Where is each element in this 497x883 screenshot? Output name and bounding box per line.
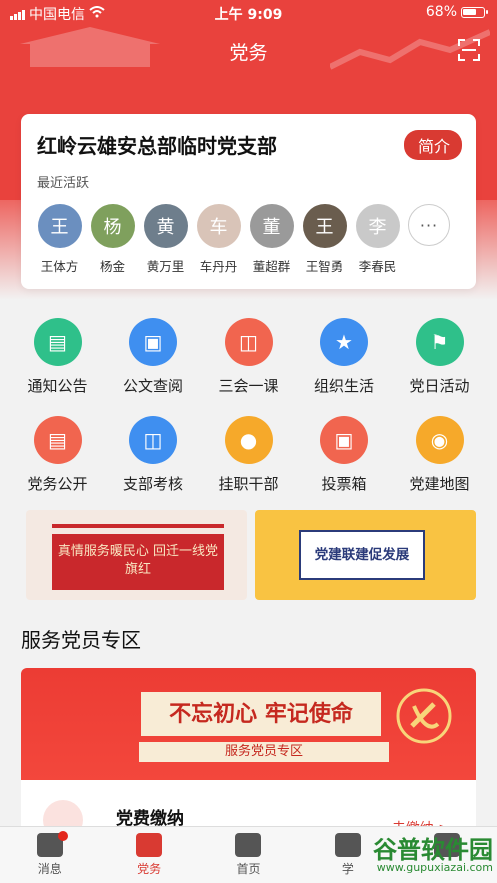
member-item[interactable]: 董董超群 xyxy=(245,204,298,275)
feature-tile[interactable]: ◫ 三会一课 xyxy=(201,318,296,396)
unread-badge xyxy=(58,831,68,841)
battery-percent: 68% xyxy=(425,4,457,20)
party-emblem-icon xyxy=(396,688,452,744)
feature-tile[interactable]: ▤ 党务公开 xyxy=(10,416,105,494)
branch-title: 红岭云雄安总部临时党支部 xyxy=(37,134,277,158)
party-building-banner-text: 党建联建促发展 xyxy=(299,530,425,580)
watermark-text: 谷普软件园 xyxy=(373,836,493,864)
briefcase-icon: ▣ xyxy=(129,318,177,366)
feature-label: 投票箱 xyxy=(321,475,367,493)
avatar: 王 xyxy=(302,204,347,248)
feature-label: 公文查阅 xyxy=(122,377,183,395)
more-members-button[interactable]: ··· xyxy=(408,204,450,246)
member-item[interactable]: 杨杨金 xyxy=(86,204,139,275)
member-name: 黄万里 xyxy=(146,259,185,274)
avatar: 王 xyxy=(37,204,82,248)
battery-icon xyxy=(461,6,488,18)
feature-label: 党务公开 xyxy=(27,475,88,493)
tab-item[interactable]: 党务 xyxy=(99,827,198,883)
flag-icon: ⚑ xyxy=(415,318,464,366)
slogan-text: 不忘初心 牢记使命 xyxy=(141,692,381,736)
feature-label: 三会一课 xyxy=(218,377,279,395)
tab-label: 党务 xyxy=(137,862,162,876)
ballot-icon: ▣ xyxy=(320,416,368,464)
feature-grid: ▤ 通知公告 ▣ 公文查阅 ◫ 三会一课 ★ 组织生活 ⚑ 党日活动 ▤ 党务公开 ◫ 支部考核 ● 挂职干部… xyxy=(10,318,487,514)
member-item[interactable]: 王王智勇 xyxy=(298,204,351,275)
tab-label: 消息 xyxy=(37,862,62,876)
map-pin-icon: ◉ xyxy=(415,416,464,464)
recent-active-label: 最近活跃 xyxy=(37,176,90,191)
feature-tile[interactable]: ● 挂职干部 xyxy=(201,416,296,494)
notice-icon: ▤ xyxy=(33,318,82,366)
feature-label: 党建地图 xyxy=(409,475,470,493)
presentation-icon: ◫ xyxy=(224,318,273,366)
study-icon xyxy=(334,833,361,857)
member-item[interactable]: 王王体方 xyxy=(33,204,86,275)
feature-label: 挂职干部 xyxy=(218,475,279,493)
home-icon xyxy=(235,833,262,857)
party-building-banner[interactable]: 党建联建促发展 xyxy=(255,510,476,600)
service-banner[interactable]: 真情服务暖民心 回迁一线党旗红 xyxy=(26,510,247,600)
feature-row: ▤ 通知公告 ▣ 公文查阅 ◫ 三会一课 ★ 组织生活 ⚑ 党日活动 xyxy=(10,318,487,396)
feature-tile[interactable]: ⚑ 党日活动 xyxy=(392,318,487,396)
member-name: 杨金 xyxy=(99,259,125,274)
member-name: 王智勇 xyxy=(305,259,344,274)
feature-tile[interactable]: ▣ 投票箱 xyxy=(297,416,392,494)
tab-label: 学 xyxy=(341,862,354,876)
scan-icon[interactable] xyxy=(457,38,481,62)
feature-row: ▤ 党务公开 ◫ 支部考核 ● 挂职干部 ▣ 投票箱 ◉ 党建地图 xyxy=(10,416,487,494)
tab-item[interactable]: 消息 xyxy=(0,827,99,883)
watermark-url: www.gupuxiazai.com xyxy=(376,861,493,874)
intro-button[interactable]: 简介 xyxy=(403,130,462,160)
person-icon: ● xyxy=(224,416,273,464)
star-icon: ★ xyxy=(320,318,368,366)
member-item[interactable]: 车车丹丹 xyxy=(192,204,245,275)
feature-label: 通知公告 xyxy=(27,377,88,395)
member-name: 王体方 xyxy=(40,259,79,274)
feature-label: 支部考核 xyxy=(122,475,183,493)
tab-item[interactable]: 首页 xyxy=(199,827,298,883)
avatar: 李 xyxy=(355,204,400,248)
section-title: 服务党员专区 xyxy=(21,628,141,652)
tab-label: 首页 xyxy=(236,862,261,876)
member-name: 董超群 xyxy=(252,259,291,274)
status-time: 上午 9:09 xyxy=(214,7,283,23)
service-zone-banner[interactable]: 不忘初心 牢记使命 服务党员专区 xyxy=(21,668,476,780)
assessment-icon: ◫ xyxy=(129,416,177,464)
member-name: 车丹丹 xyxy=(199,259,238,274)
branch-card[interactable]: 红岭云雄安总部临时党支部 简介 最近活跃 王王体方杨杨金黄黄万里车车丹丹董董超群… xyxy=(21,114,476,289)
feature-label: 党日活动 xyxy=(409,377,470,395)
feature-tile[interactable]: ◉ 党建地图 xyxy=(392,416,487,494)
avatar: 董 xyxy=(249,204,294,248)
member-item[interactable]: 黄黄万里 xyxy=(139,204,192,275)
feature-tile[interactable]: ▣ 公文查阅 xyxy=(106,318,201,396)
zone-subtitle: 服务党员专区 xyxy=(139,742,389,762)
banner-stripe xyxy=(52,524,224,528)
page-title: 党务 xyxy=(229,42,268,64)
feature-tile[interactable]: ◫ 支部考核 xyxy=(106,416,201,494)
feature-label: 组织生活 xyxy=(313,377,374,395)
feature-tile[interactable]: ▤ 通知公告 xyxy=(10,318,105,396)
member-item[interactable]: 李李春民 xyxy=(351,204,404,275)
service-banner-text: 真情服务暖民心 回迁一线党旗红 xyxy=(52,534,224,590)
avatar: 杨 xyxy=(90,204,135,248)
party-icon xyxy=(136,833,163,857)
status-bar: 中国电信 上午 9:09 68% xyxy=(0,0,497,26)
banner-row: 真情服务暖民心 回迁一线党旗红 党建联建促发展 xyxy=(26,510,476,600)
feature-tile[interactable]: ★ 组织生活 xyxy=(297,318,392,396)
avatar: 车 xyxy=(196,204,241,248)
member-name: 李春民 xyxy=(358,259,397,274)
member-list: 王王体方杨杨金黄黄万里车车丹丹董董超群王王智勇李李春民 ··· xyxy=(33,204,450,275)
avatar: 黄 xyxy=(143,204,188,248)
document-icon: ▤ xyxy=(33,416,82,464)
